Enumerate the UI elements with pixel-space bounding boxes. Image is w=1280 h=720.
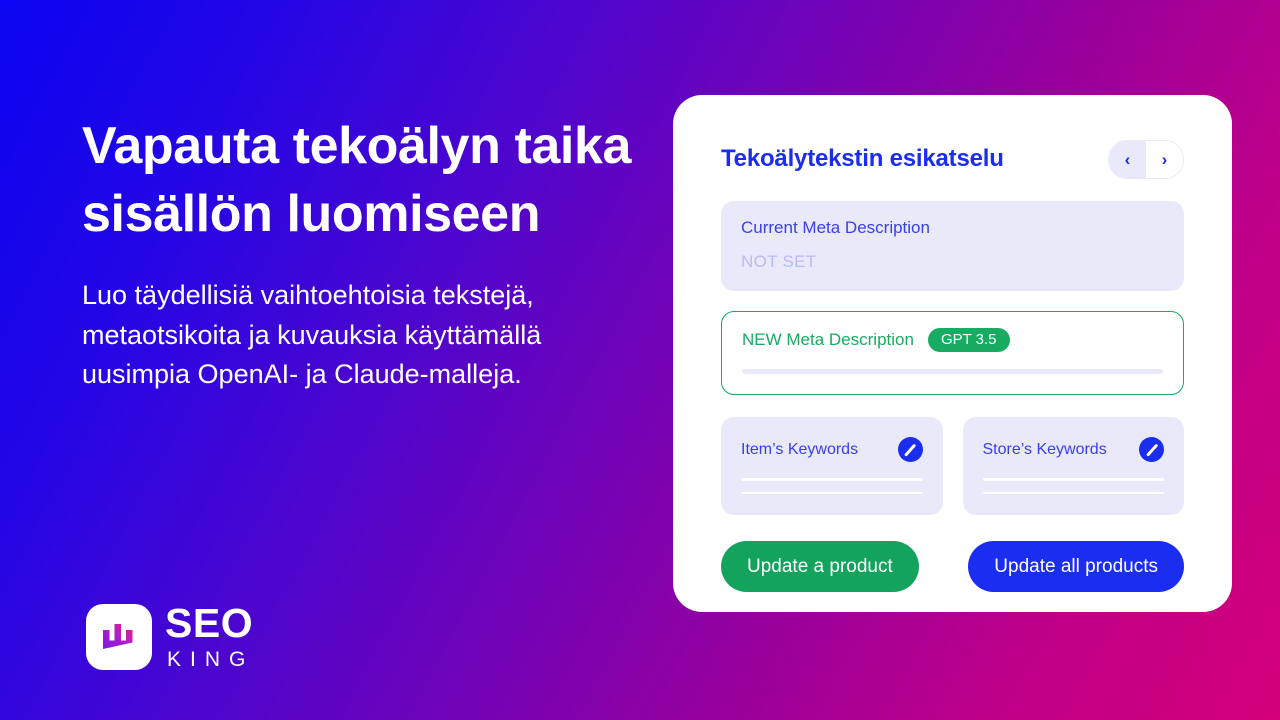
chevron-left-icon: ‹ [1124,149,1131,169]
logo-primary-text: SEO [165,600,254,646]
current-meta-value: NOT SET [741,252,817,271]
model-badge: GPT 3.5 [927,328,1010,352]
bar-chart-crown-icon [100,618,138,656]
logo-wordmark: SEO KING [165,600,255,671]
card-actions: Update a product Update all products [721,541,1184,592]
hero-subcopy: Luo täydellisiä vaihtoehtoisia tekstejä,… [82,280,542,390]
promo-banner: Vapauta tekoälyn taika sisällön luomisee… [0,0,1280,720]
hero-text-block: Vapauta tekoälyn taika sisällön luomisee… [82,112,642,394]
ai-preview-card: Tekoälytekstin esikatselu ‹ › Current Me… [673,95,1232,612]
new-meta-label: NEW Meta Description [742,330,914,349]
pager-next-button[interactable]: › [1146,140,1183,178]
new-meta-placeholder-bar [742,369,1163,374]
placeholder-line [982,478,1164,481]
item-keywords-card[interactable]: Item’s Keywords [721,417,943,515]
chevron-right-icon: › [1161,149,1168,169]
store-keywords-placeholder [982,462,1164,495]
pager-prev-button[interactable]: ‹ [1109,140,1146,178]
item-keywords-placeholder [741,462,923,495]
current-meta-description-box: Current Meta Description NOT SET [721,201,1184,291]
card-header: Tekoälytekstin esikatselu ‹ › [721,139,1184,179]
edit-pencil-icon[interactable] [1139,437,1164,462]
logo-mark [86,603,152,670]
new-meta-description-box[interactable]: NEW Meta Description GPT 3.5 [721,311,1184,395]
seoking-logo: SEO KING [86,603,254,670]
placeholder-line [741,478,923,481]
edit-pencil-icon[interactable] [897,437,923,462]
card-title: Tekoälytekstin esikatselu [721,145,1004,172]
page-title: Vapauta tekoälyn taika sisällön luomisee… [82,117,632,244]
current-meta-label: Current Meta Description [741,218,930,237]
placeholder-line [982,491,1164,495]
update-all-products-button[interactable]: Update all products [968,541,1184,592]
new-meta-header: NEW Meta Description GPT 3.5 [742,328,1163,352]
keywords-row: Item’s Keywords Store’s Keywords [721,417,1184,515]
pager[interactable]: ‹ › [1108,139,1184,179]
store-keywords-label: Store’s Keywords [982,440,1107,458]
item-keywords-header: Item’s Keywords [741,437,923,462]
update-a-product-button[interactable]: Update a product [721,541,919,592]
placeholder-line [741,491,923,495]
item-keywords-label: Item’s Keywords [741,440,859,458]
store-keywords-header: Store’s Keywords [982,437,1164,462]
store-keywords-card[interactable]: Store’s Keywords [962,417,1184,515]
logo-secondary-text: KING [167,648,255,671]
